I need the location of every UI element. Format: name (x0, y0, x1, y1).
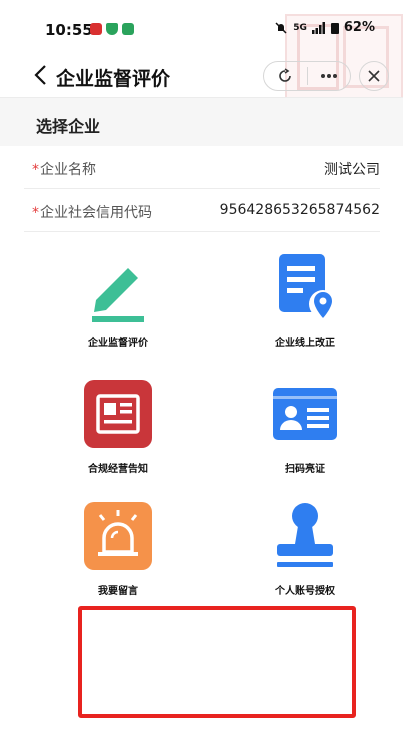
tile-label: 合规经营告知 (88, 464, 148, 475)
battery-icon (330, 22, 339, 34)
tile-account-authorization[interactable]: 个人账号授权 (235, 488, 375, 608)
chat-icon (122, 23, 134, 35)
status-time: 10:55 (45, 21, 93, 39)
signal-icon (311, 21, 325, 34)
tile-scan-license[interactable]: 扫码亮证 (235, 366, 375, 486)
status-bar: 10:55 5G 62% (0, 0, 403, 102)
close-button[interactable] (359, 61, 389, 91)
company-name-label: *企业名称 (32, 159, 96, 179)
mute-bell-icon (275, 21, 287, 34)
shield-icon (106, 23, 118, 35)
credit-code-label-text: 企业社会信用代码 (40, 205, 152, 221)
credit-code-label: *企业社会信用代码 (32, 202, 152, 222)
company-name-value: 测试公司 (324, 162, 380, 178)
pen-icon (82, 252, 154, 324)
required-mark: * (32, 162, 39, 178)
tile-label: 企业线上改正 (275, 338, 335, 349)
nav-bar: 企业监督评价 (0, 56, 403, 98)
back-arrow-icon[interactable] (32, 64, 50, 86)
refresh-icon (279, 68, 292, 82)
section-title: 选择企业 (36, 117, 101, 136)
tile-label: 我要留言 (98, 586, 138, 597)
document-location-icon (269, 252, 341, 324)
company-name-row[interactable]: *企业名称 测试公司 (24, 146, 380, 189)
tile-leave-message[interactable]: 我要留言 (48, 488, 188, 608)
network-type: 5G (293, 22, 307, 33)
tile-supervision-evaluation[interactable]: 企业监督评价 (48, 240, 188, 360)
mini-program-capsule (263, 61, 351, 91)
refresh-button[interactable] (264, 62, 307, 90)
credit-code-value: 956428653265874562 (219, 202, 380, 218)
section-header: 选择企业 (0, 98, 403, 146)
tile-label: 扫码亮证 (285, 464, 325, 475)
alarm-icon (82, 500, 154, 572)
tile-compliance-notice[interactable]: 合规经营告知 (48, 366, 188, 486)
id-card-icon (269, 378, 341, 450)
page-title: 企业监督评价 (56, 68, 171, 90)
app-notification-icon (90, 23, 102, 35)
status-app-icons (90, 23, 134, 35)
company-name-label-text: 企业名称 (40, 162, 96, 178)
stamp-icon (269, 500, 341, 572)
required-mark: * (32, 205, 39, 221)
tile-online-correction[interactable]: 企业线上改正 (235, 240, 375, 360)
tile-label: 个人账号授权 (275, 586, 335, 597)
close-icon (368, 70, 380, 82)
more-dots-icon (320, 74, 337, 78)
tile-label: 企业监督评价 (88, 338, 148, 349)
battery-level: 62% (343, 20, 375, 35)
newspaper-icon (82, 378, 154, 450)
more-button[interactable] (308, 62, 351, 90)
status-indicators: 5G 62% (274, 20, 375, 35)
highlight-frame (78, 606, 356, 718)
credit-code-row[interactable]: *企业社会信用代码 956428653265874562 (24, 189, 380, 232)
